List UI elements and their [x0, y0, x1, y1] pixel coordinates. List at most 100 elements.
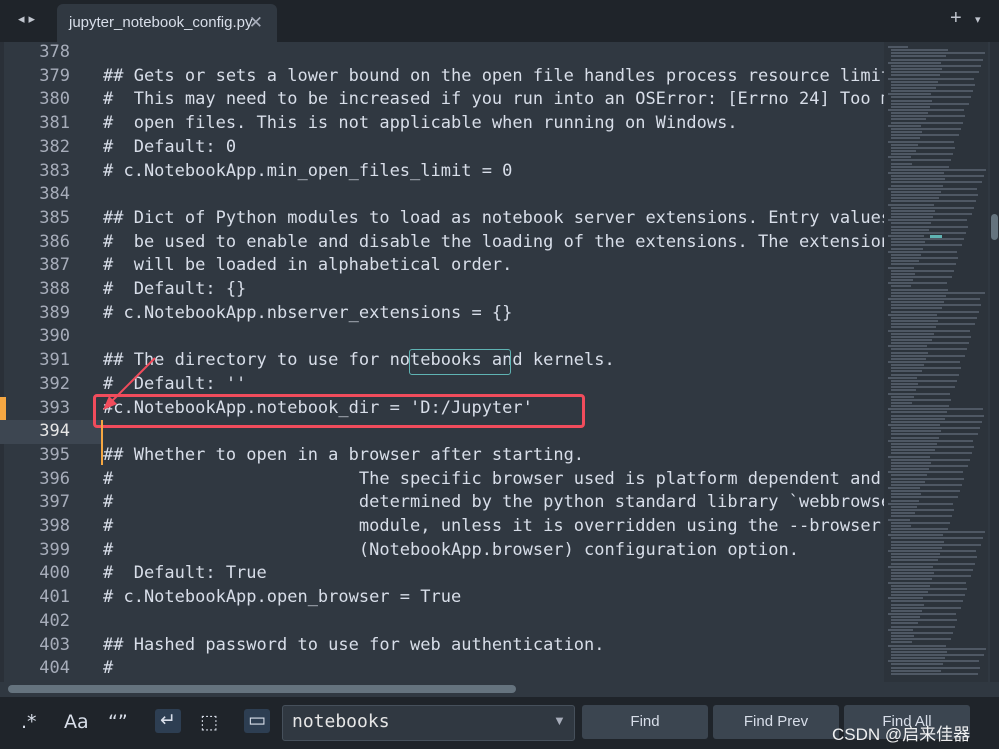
minimap-line [891, 584, 930, 587]
minimap-line [891, 568, 973, 571]
new-tab-plus-icon[interactable]: + [950, 7, 962, 30]
minimap-line [891, 269, 954, 272]
minimap-line [891, 635, 914, 638]
minimap-line [888, 219, 967, 222]
search-input-value: notebooks [292, 711, 390, 732]
minimap-line [891, 143, 918, 146]
find-button[interactable]: Find [582, 705, 708, 739]
minimap-line [891, 480, 925, 483]
minimap-line [891, 323, 975, 326]
minimap-line [891, 386, 955, 389]
minimap-line [891, 499, 919, 502]
text-caret [101, 420, 103, 465]
search-input[interactable]: notebooks ▼ [282, 705, 575, 741]
line-number: 382 [39, 136, 70, 157]
minimap-match-marker [930, 235, 942, 238]
tab-nav-arrows-icon[interactable]: ◂▸ [18, 11, 39, 27]
line-number: 391 [39, 350, 70, 371]
minimap-line [891, 493, 921, 496]
wrap-toggle[interactable]: ↵ [155, 709, 181, 733]
line-number: 384 [39, 184, 70, 205]
minimap[interactable] [884, 42, 988, 682]
minimap-line [888, 298, 980, 300]
minimap-line [891, 663, 943, 666]
minimap-line [891, 216, 933, 219]
close-icon[interactable]: ✕ [249, 13, 263, 33]
minimap-line [888, 597, 923, 600]
minimap-line [891, 212, 972, 215]
tab-menu-chevron-icon[interactable]: ▾ [975, 13, 981, 26]
minimap-line [888, 361, 960, 363]
minimap-line [891, 209, 935, 212]
minimap-line [888, 140, 954, 143]
line-number: 402 [39, 610, 70, 631]
code-line: # Default: 0 [103, 136, 237, 157]
minimap-line [891, 162, 912, 165]
minimap-line [891, 74, 940, 77]
find-prev-button[interactable]: Find Prev [713, 705, 839, 739]
minimap-line [891, 127, 961, 130]
minimap-line [891, 175, 984, 178]
minimap-line [891, 442, 937, 445]
minimap-line [891, 449, 935, 452]
vertical-scrollbar[interactable] [990, 42, 999, 682]
minimap-line [891, 572, 934, 575]
tab-jupyter-config[interactable]: jupyter_notebook_config.py ✕ [57, 4, 277, 42]
whole-word-toggle[interactable]: “” [108, 711, 128, 733]
in-selection-toggle[interactable]: ⬚ [200, 711, 218, 733]
minimap-line [891, 606, 961, 609]
code-line: ## The directory to use for notebooks an… [103, 350, 615, 371]
minimap-line [891, 436, 939, 439]
minimap-line [891, 590, 928, 593]
vertical-scrollbar-thumb[interactable] [991, 214, 998, 240]
minimap-line [891, 348, 967, 351]
minimap-line [888, 408, 983, 411]
highlight-matches-toggle[interactable]: ▭ [244, 709, 270, 733]
minimap-line [891, 383, 918, 386]
minimap-line [888, 471, 963, 474]
minimap-line [891, 546, 942, 549]
chevron-down-icon[interactable]: ▼ [553, 713, 566, 728]
minimap-line [888, 550, 976, 552]
minimap-line [891, 389, 916, 392]
minimap-line [891, 99, 932, 102]
minimap-line [891, 631, 953, 634]
line-number: 383 [39, 160, 70, 181]
minimap-line [891, 477, 964, 480]
minimap-line [891, 370, 922, 373]
regex-toggle[interactable]: .* [21, 711, 37, 733]
code-editor[interactable]: 378 379 ## Gets or sets a lower bound on t… [0, 42, 999, 682]
minimap-line [891, 417, 945, 420]
minimap-line [888, 124, 921, 127]
minimap-line [891, 405, 949, 408]
minimap-line [891, 231, 966, 234]
minimap-line [888, 266, 914, 269]
code-line: # open files. This is not applicable whe… [103, 113, 738, 134]
code-line: ## Gets or sets a lower bound on the ope… [103, 65, 902, 86]
minimap-line [891, 55, 946, 58]
minimap-line [891, 294, 946, 297]
minimap-line [888, 376, 917, 379]
minimap-line [888, 345, 927, 348]
minimap-line [891, 121, 963, 124]
minimap-line [891, 181, 982, 184]
minimap-line [891, 527, 948, 530]
case-sensitive-toggle[interactable]: Aa [64, 711, 89, 733]
minimap-line [891, 398, 951, 401]
line-number: 394 [39, 421, 70, 442]
minimap-line [891, 115, 965, 118]
horizontal-scrollbar-thumb[interactable] [8, 685, 516, 693]
code-line: # c.NotebookApp.nbserver_extensions = {} [103, 302, 513, 323]
code-line: # c.NotebookApp.min_open_files_limit = 0 [103, 160, 513, 181]
minimap-line [888, 203, 934, 206]
code-line: # The specific browser used is platform … [103, 468, 881, 489]
minimap-line [891, 83, 975, 86]
minimap-line [888, 439, 973, 442]
minimap-line [891, 332, 934, 335]
minimap-line [891, 159, 951, 162]
code-line: # c.NotebookApp.open_browser = True [103, 587, 462, 608]
code-line: # [103, 658, 114, 679]
minimap-line [891, 669, 941, 672]
minimap-line [888, 424, 940, 426]
line-number: 400 [39, 563, 70, 584]
